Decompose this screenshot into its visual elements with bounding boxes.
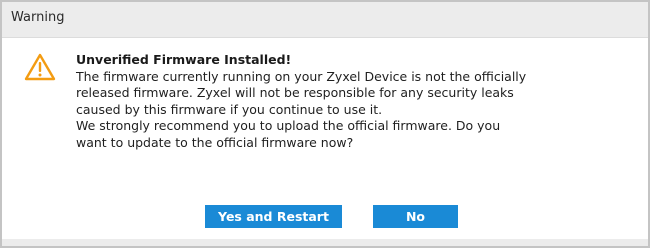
message-line: released firmware. Zyxel will not be res… bbox=[76, 85, 514, 101]
message-line: caused by this firmware if you continue … bbox=[76, 101, 383, 117]
warning-dialog: Warning Unverified Firmware Installed! T… bbox=[0, 0, 650, 248]
warning-heading: Unverified Firmware Installed! bbox=[76, 52, 292, 67]
dialog-title: Warning bbox=[11, 10, 65, 25]
no-button[interactable]: No bbox=[373, 205, 458, 228]
dialog-titlebar: Warning bbox=[2, 2, 648, 38]
message-line: want to update to the official firmware … bbox=[76, 134, 354, 150]
warning-triangle-icon bbox=[24, 53, 56, 81]
yes-and-restart-button[interactable]: Yes and Restart bbox=[205, 205, 342, 228]
message-line: The firmware currently running on your Z… bbox=[76, 68, 527, 84]
message-line: We strongly recommend you to upload the … bbox=[76, 118, 501, 134]
warning-message: Unverified Firmware Installed! The firmw… bbox=[76, 52, 636, 152]
dialog-footer bbox=[2, 239, 648, 246]
